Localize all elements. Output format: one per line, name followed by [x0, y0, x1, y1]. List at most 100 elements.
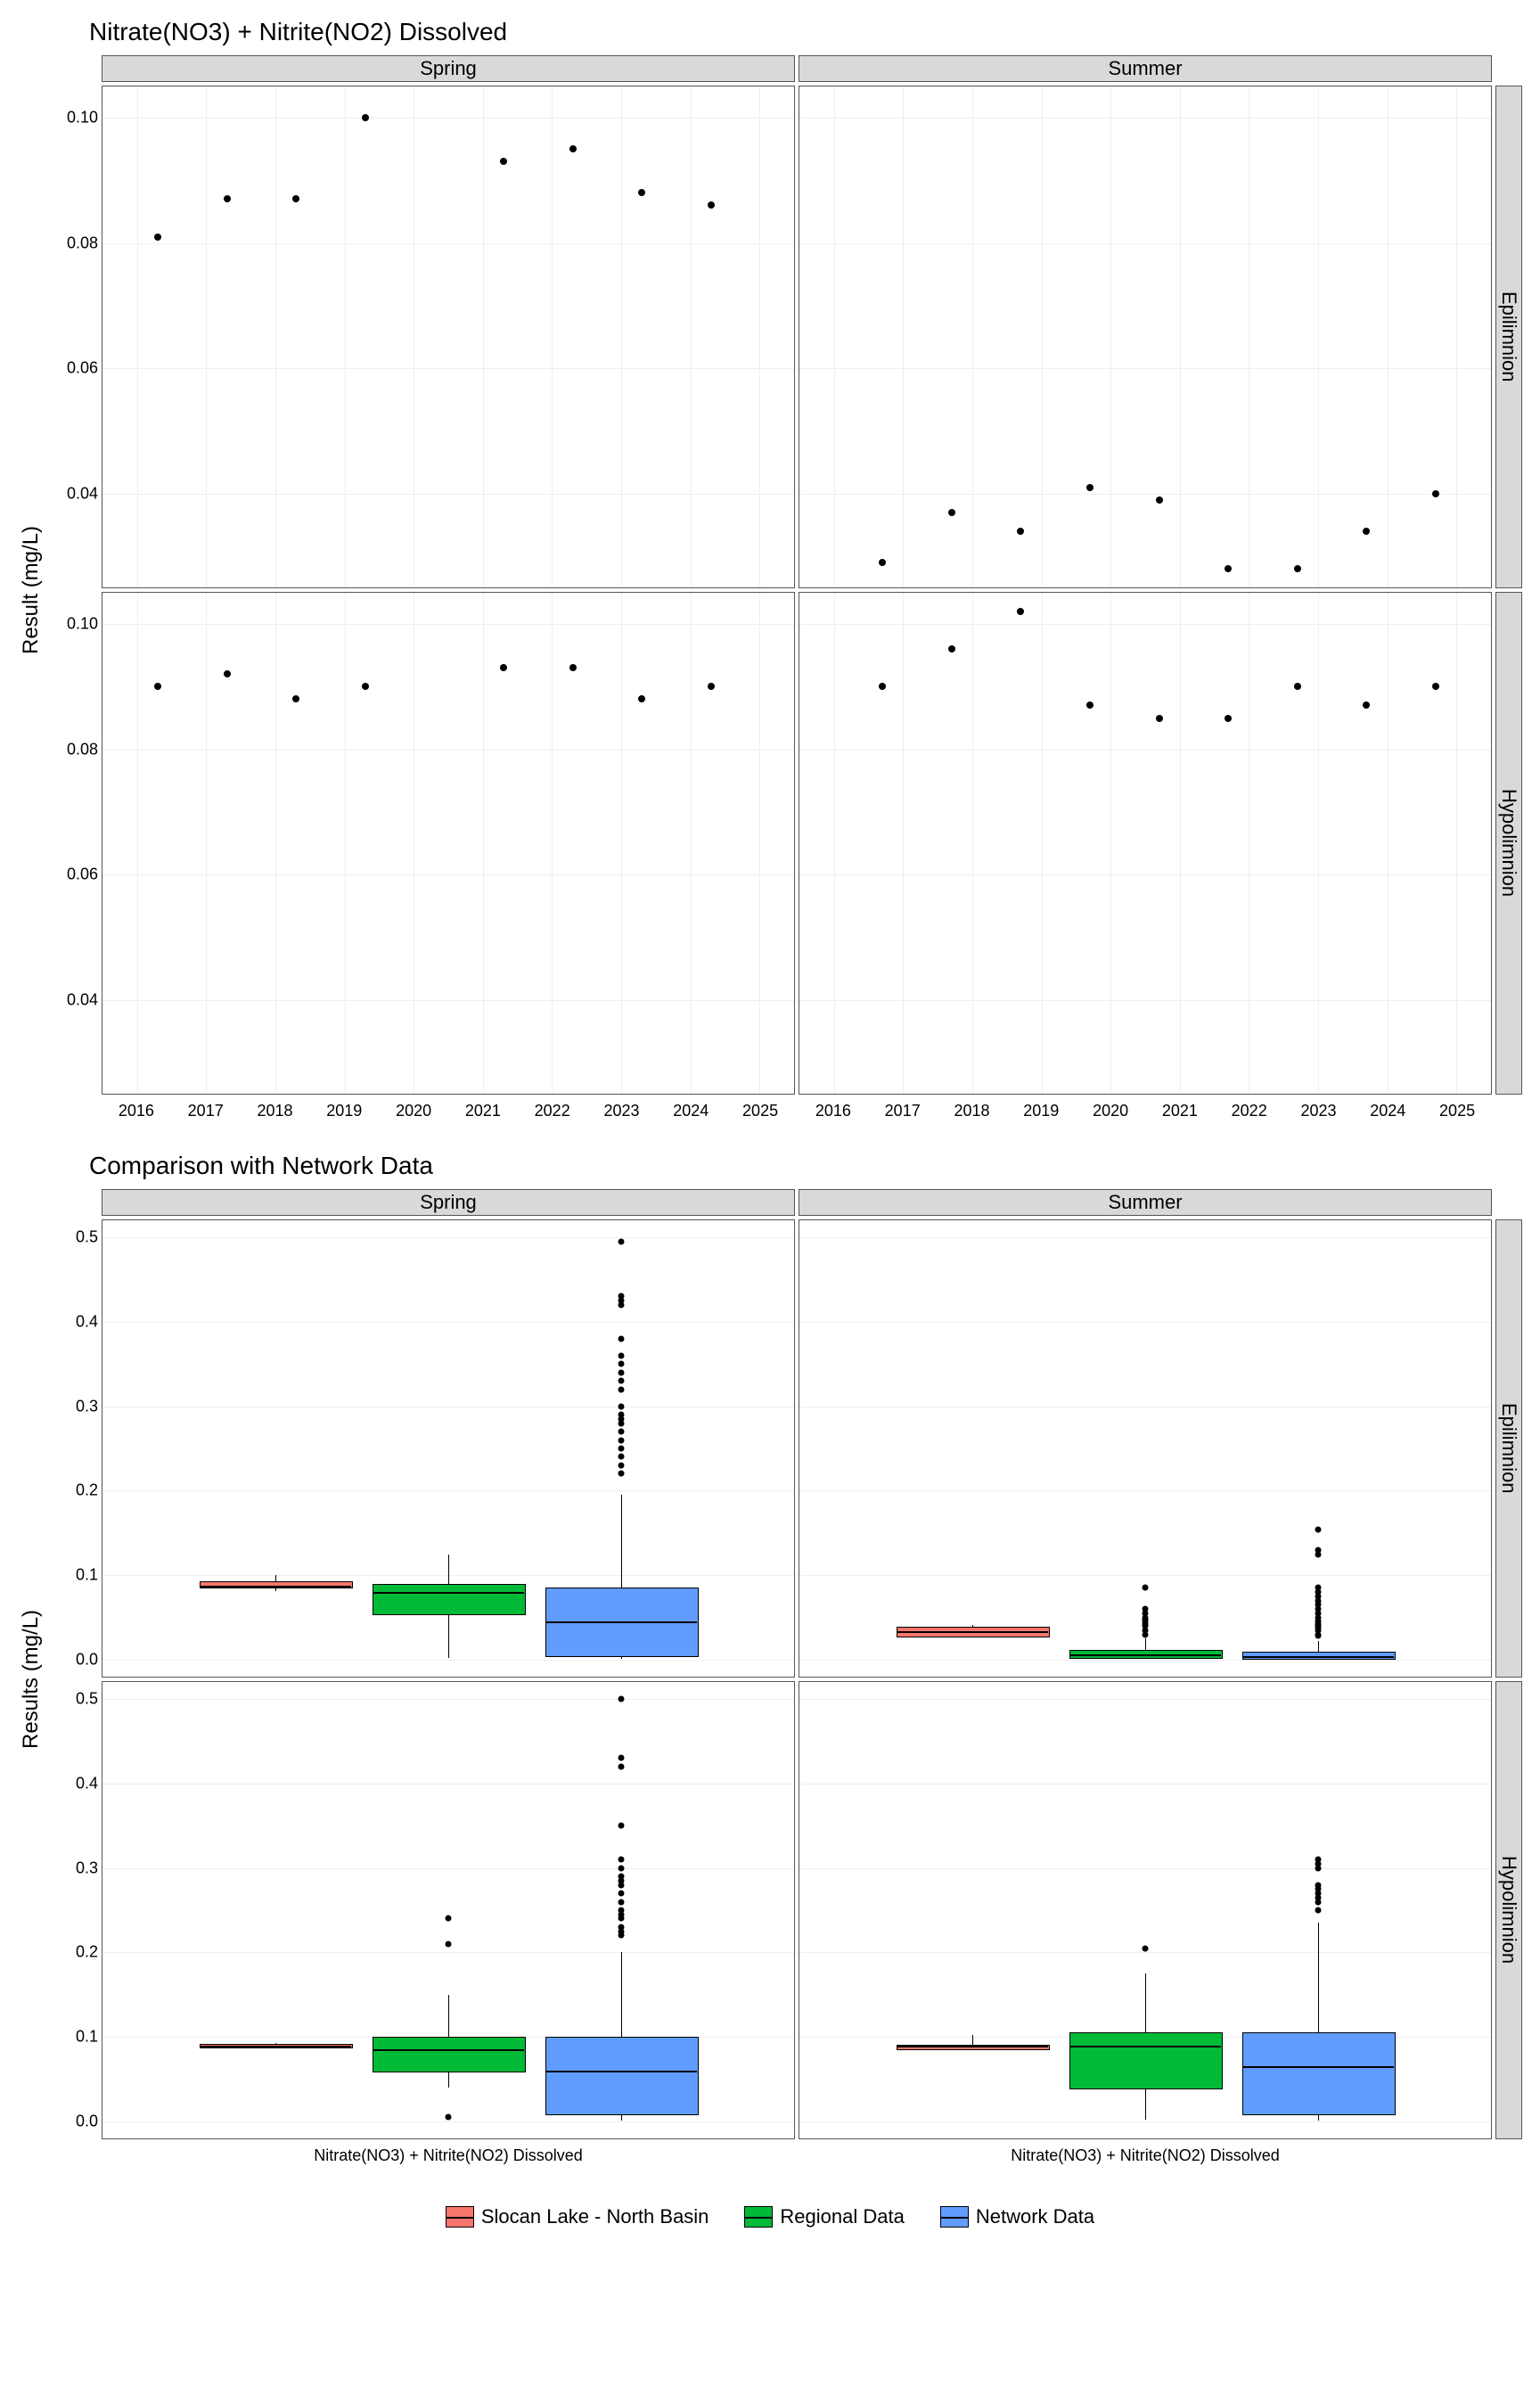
outlier-point — [446, 2114, 452, 2121]
panel-spring-hypolimnion: 0.040.060.080.10 — [102, 592, 795, 1095]
legend-label-slocan: Slocan Lake - North Basin — [481, 2205, 709, 2228]
outlier-point — [618, 1924, 625, 1930]
data-point — [1363, 528, 1370, 535]
data-point — [224, 195, 231, 202]
scatter-y-axis-label: Result (mg/L) — [18, 55, 45, 1125]
row-header-epilimnion: Epilimnion — [1495, 86, 1522, 588]
legend-swatch-network — [940, 2206, 969, 2228]
box-panel-summer-epilimnion — [799, 1219, 1492, 1678]
box-panel-spring-epilimnion: 0.00.10.20.30.40.5 — [102, 1219, 795, 1678]
outlier-point — [1315, 1547, 1322, 1553]
panel-summer-hypolimnion — [799, 592, 1492, 1095]
data-point — [1225, 565, 1232, 572]
box-row-header-epilimnion: Epilimnion — [1495, 1219, 1522, 1678]
legend-item-slocan: Slocan Lake - North Basin — [446, 2205, 709, 2228]
data-point — [1294, 565, 1301, 572]
data-point — [1156, 715, 1163, 722]
outlier-point — [446, 1941, 452, 1947]
outlier-point — [618, 1823, 625, 1829]
col-header-spring: Spring — [102, 55, 795, 82]
outlier-point — [618, 1361, 625, 1367]
data-point — [638, 189, 645, 196]
scatter-chart-title: Nitrate(NO3) + Nitrite(NO2) Dissolved — [89, 18, 1522, 46]
outlier-point — [618, 1403, 625, 1409]
outlier-point — [1315, 1882, 1322, 1888]
legend-swatch-regional — [744, 2206, 773, 2228]
scatter-facet-grid: Spring Summer 0.040.060.080.10 Epilimnio… — [45, 55, 1522, 1125]
outlier-point — [1315, 1857, 1322, 1863]
box-panel-summer-hypolimnion — [799, 1681, 1492, 2139]
panel-summer-epilimnion — [799, 86, 1492, 588]
data-point — [1294, 683, 1301, 690]
row-header-hypolimnion: Hypolimnion — [1495, 592, 1522, 1095]
data-point — [879, 683, 886, 690]
boxplot-box — [545, 2037, 700, 2114]
box-panel-spring-hypolimnion: 0.00.10.20.30.40.5 — [102, 1681, 795, 2139]
data-point — [1432, 683, 1439, 690]
outlier-point — [1143, 1585, 1149, 1591]
data-point — [1432, 490, 1439, 497]
legend-swatch-slocan — [446, 2206, 474, 2228]
data-point — [362, 683, 369, 690]
outlier-point — [618, 1763, 625, 1769]
data-point — [154, 234, 161, 241]
data-point — [224, 670, 231, 677]
outlier-point — [1143, 1945, 1149, 1951]
boxplot-y-axis-label: Results (mg/L) — [18, 1189, 45, 2170]
legend: Slocan Lake - North Basin Regional Data … — [18, 2205, 1522, 2228]
data-point — [708, 683, 715, 690]
outlier-point — [618, 1695, 625, 1702]
outlier-point — [618, 1462, 625, 1468]
data-point — [879, 559, 886, 566]
outlier-point — [618, 1471, 625, 1477]
legend-label-regional: Regional Data — [780, 2205, 904, 2228]
boxplot-box — [373, 1584, 527, 1615]
outlier-point — [618, 1908, 625, 1914]
data-point — [1086, 484, 1094, 491]
boxplot-chart-section: Comparison with Network Data Results (mg… — [18, 1152, 1522, 2170]
outlier-point — [446, 1916, 452, 1922]
legend-label-network: Network Data — [976, 2205, 1094, 2228]
outlier-point — [618, 1891, 625, 1897]
data-point — [1017, 608, 1024, 615]
legend-item-network: Network Data — [940, 2205, 1094, 2228]
col-header-summer: Summer — [799, 55, 1492, 82]
data-point — [292, 195, 299, 202]
outlier-point — [618, 1865, 625, 1871]
outlier-point — [618, 1755, 625, 1761]
boxplot-x-label-left: Nitrate(NO3) + Nitrite(NO2) Dissolved — [102, 2143, 795, 2170]
legend-item-regional: Regional Data — [744, 2205, 904, 2228]
outlier-point — [1315, 1527, 1322, 1533]
outlier-point — [618, 1369, 625, 1375]
data-point — [948, 645, 955, 652]
data-point — [1225, 715, 1232, 722]
data-point — [569, 664, 577, 671]
box-col-header-summer: Summer — [799, 1189, 1492, 1216]
boxplot-box — [1242, 2032, 1397, 2114]
outlier-point — [618, 1429, 625, 1435]
data-point — [1363, 702, 1370, 709]
boxplot-facet-grid: Spring Summer 0.00.10.20.30.40.5 Epilimn… — [45, 1189, 1522, 2170]
panel-spring-epilimnion: 0.040.060.080.10 — [102, 86, 795, 588]
outlier-point — [618, 1899, 625, 1905]
data-point — [1017, 528, 1024, 535]
outlier-point — [1143, 1606, 1149, 1612]
outlier-point — [618, 1386, 625, 1392]
outlier-point — [618, 1874, 625, 1880]
outlier-point — [618, 1238, 625, 1244]
data-point — [569, 145, 577, 152]
data-point — [638, 695, 645, 702]
outlier-point — [618, 1378, 625, 1384]
box-col-header-spring: Spring — [102, 1189, 795, 1216]
boxplot-x-label-right: Nitrate(NO3) + Nitrite(NO2) Dissolved — [799, 2143, 1492, 2170]
outlier-point — [1315, 1585, 1322, 1591]
outlier-point — [618, 1335, 625, 1342]
boxplot-box — [373, 2037, 527, 2072]
data-point — [948, 509, 955, 516]
outlier-point — [618, 1352, 625, 1358]
data-point — [362, 114, 369, 121]
outlier-point — [618, 1412, 625, 1418]
outlier-point — [618, 1454, 625, 1460]
data-point — [500, 158, 507, 165]
box-row-header-hypolimnion: Hypolimnion — [1495, 1681, 1522, 2139]
